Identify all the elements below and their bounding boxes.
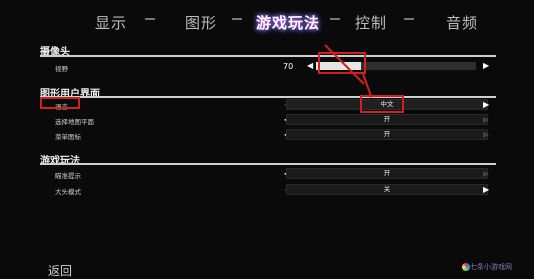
back-button[interactable]: 返回 — [48, 262, 72, 279]
watermark-logo-icon — [462, 263, 470, 271]
tab-controls[interactable]: 控制 — [355, 12, 387, 33]
menu-icons-label: 菜单图标 — [55, 133, 81, 141]
tab-gameplay[interactable]: 游戏玩法 — [256, 12, 320, 33]
minimap-label: 选择地图平面 — [55, 118, 94, 126]
aim-hint-value: 开 — [383, 169, 391, 177]
big-head-selector[interactable]: 关 — [286, 184, 488, 195]
menu-icons-next-arrow-icon[interactable]: ▶ — [483, 131, 489, 139]
minimap-next-arrow-icon[interactable]: ▶ — [483, 116, 489, 124]
tab-separator — [232, 18, 242, 20]
menu-icons-value: 开 — [383, 130, 391, 138]
top-tab-bar: 显示 图形 游戏玩法 控制 音频 — [0, 0, 534, 40]
fov-increase-arrow-icon[interactable]: ▶ — [483, 62, 489, 70]
tab-separator — [330, 18, 340, 20]
watermark-text: 七条小游戏网 — [470, 263, 512, 271]
tab-separator — [145, 18, 155, 20]
fov-value: 70 — [283, 62, 294, 71]
language-next-arrow-icon[interactable]: ▶ — [483, 101, 489, 109]
section-divider — [40, 55, 496, 57]
tab-audio[interactable]: 音频 — [446, 12, 478, 33]
tab-separator — [404, 18, 414, 20]
section-divider — [40, 96, 496, 98]
aim-hint-next-arrow-icon[interactable]: ▶ — [483, 170, 489, 178]
minimap-value: 开 — [383, 115, 391, 123]
big-head-value: 关 — [383, 185, 391, 193]
aim-hint-selector[interactable]: 开 — [286, 168, 488, 179]
aim-hint-label: 瞄准提示 — [55, 172, 81, 180]
highlight-box-language-label — [40, 97, 80, 109]
big-head-next-arrow-icon[interactable]: ▶ — [483, 186, 489, 194]
tab-display[interactable]: 显示 — [95, 12, 127, 33]
big-head-label: 大头模式 — [55, 188, 81, 196]
fov-decrease-arrow-icon[interactable]: ◀ — [307, 62, 313, 70]
minimap-selector[interactable]: 开 — [286, 114, 488, 125]
fov-label: 视野 — [55, 65, 68, 73]
section-divider — [40, 163, 496, 165]
highlight-box-language-value — [360, 95, 404, 113]
menu-icons-selector[interactable]: 开 — [286, 129, 488, 140]
tab-graphics[interactable]: 图形 — [185, 12, 217, 33]
